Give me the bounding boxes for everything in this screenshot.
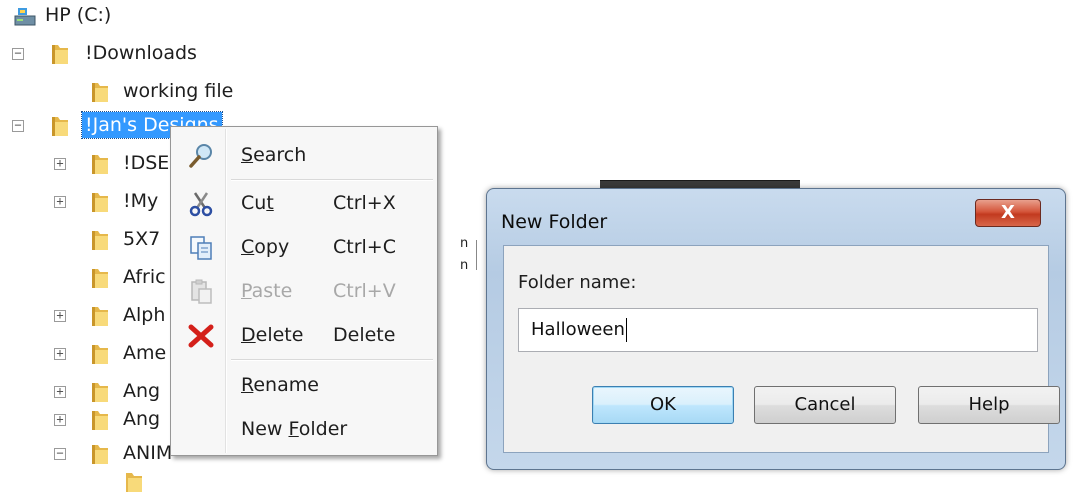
collapse-icon[interactable]: − [12,119,24,132]
tree-label: !Downloads [85,42,197,64]
tree-label: Afric [123,266,166,288]
dialog-title: New Folder [501,211,608,233]
folder-icon [124,470,144,494]
menu-item-copy[interactable]: Copy Ctrl+C [173,227,435,267]
folder-icon [90,190,110,214]
menu-separator [231,179,433,181]
expand-icon[interactable]: + [54,195,66,208]
paste-icon [191,279,212,304]
drive-icon [14,8,36,26]
tree-row-working-file[interactable]: working file [0,74,280,110]
folder-name-input[interactable]: Halloween [518,308,1038,352]
tree-label: ANIM [123,442,173,464]
menu-item-cut[interactable]: Cut Ctrl+X [173,183,435,223]
folder-icon [90,408,110,432]
background-text: n [460,258,469,273]
menu-item-rename[interactable]: Rename [173,365,435,405]
expand-icon[interactable]: + [54,157,66,170]
tree-row[interactable]: + Alph [0,298,170,334]
tree-row[interactable]: + !My [0,184,170,220]
tree-row[interactable]: + !DSE [0,146,170,182]
folder-icon [90,342,110,366]
folder-icon [90,80,110,104]
tree-row[interactable]: Afric [0,260,170,296]
scissors-icon [189,192,213,217]
cancel-button[interactable]: Cancel [754,386,896,424]
collapse-icon[interactable]: − [54,447,66,460]
text-caret [625,318,627,342]
menu-separator [231,359,433,361]
tree-label: Ang [123,408,161,430]
folder-icon [90,442,110,466]
background-window-fragment: n n [452,180,482,280]
magnifier-icon [189,144,212,168]
close-button[interactable]: X [975,199,1041,227]
tree-label: 5X7 [123,228,161,250]
tree-row[interactable]: 5X7 [0,222,170,258]
tree-label: working file [123,80,234,102]
folder-icon [50,114,70,138]
tree-row-downloads[interactable]: − !Downloads [0,36,260,72]
shortcut-text: Ctrl+C [333,236,396,258]
tree-label: Ang [123,380,161,402]
expand-icon[interactable]: + [54,413,66,426]
tree-row[interactable]: + Ang [0,402,170,438]
tree-label-drive: HP (C:) [45,4,112,26]
close-icon: X [1001,202,1015,223]
ok-button[interactable]: OK [592,386,734,424]
menu-item-new-folder[interactable]: New Folder [173,409,435,449]
tree-label: !My [123,190,159,212]
help-button[interactable]: Help [918,386,1060,424]
folder-name-label: Folder name: [518,272,637,293]
context-menu: Search Cut Ctrl+X Copy Ctrl+C Paste Ctrl… [170,126,438,456]
shortcut-text: Ctrl+X [333,192,396,214]
tree-row-drive[interactable]: HP (C:) [0,0,200,36]
folder-icon [90,228,110,252]
background-text: n [460,236,469,251]
folder-icon [90,304,110,328]
expand-icon[interactable]: + [54,347,66,360]
delete-x-icon [188,324,214,348]
collapse-icon[interactable]: − [12,47,24,60]
expand-icon[interactable]: + [54,309,66,322]
folder-icon [90,380,110,404]
folder-icon [50,42,70,66]
tree-label: Alph [123,304,166,326]
new-folder-dialog: New Folder X Folder name: Halloween OK C… [486,188,1066,470]
copy-icon [190,236,212,260]
shortcut-text: Delete [333,324,396,346]
menu-item-paste: Paste Ctrl+V [173,271,435,311]
tree-label: Ame [123,342,167,364]
menu-item-delete[interactable]: Delete Delete [173,315,435,355]
menu-item-search[interactable]: Search [173,135,435,175]
tree-label: !DSE [123,152,170,174]
dialog-body: Folder name: Halloween OK Cancel Help [503,245,1060,453]
tree-row[interactable]: + Ame [0,336,170,372]
expand-icon[interactable]: + [54,385,66,398]
shortcut-text: Ctrl+V [333,280,396,302]
folder-icon [90,266,110,290]
folder-icon [90,152,110,176]
